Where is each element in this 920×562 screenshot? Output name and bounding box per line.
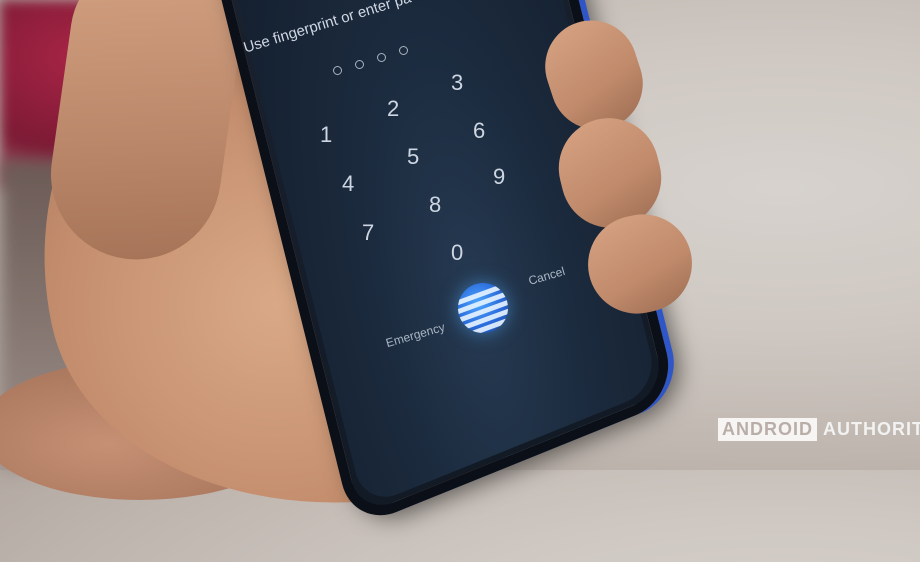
key-4[interactable]: 4 <box>342 171 354 197</box>
emergency-button[interactable]: Emergency <box>384 320 446 350</box>
lockscreen-overlay: Use fingerprint or enter pa 1 2 3 4 5 6 … <box>0 0 920 470</box>
watermark-part2: AUTHORITY <box>823 419 920 439</box>
key-2[interactable]: 2 <box>387 96 399 122</box>
pin-dot <box>355 60 364 69</box>
key-9[interactable]: 9 <box>493 164 505 190</box>
key-5[interactable]: 5 <box>407 144 419 170</box>
cancel-button[interactable]: Cancel <box>527 264 567 288</box>
watermark-part1: ANDROID <box>718 418 817 441</box>
fingerprint-icon[interactable] <box>458 283 508 333</box>
watermark-logo: ANDROID AUTHORITY <box>718 418 920 441</box>
key-6[interactable]: 6 <box>473 118 485 144</box>
key-1[interactable]: 1 <box>320 122 332 148</box>
key-3[interactable]: 3 <box>451 70 463 96</box>
unlock-prompt: Use fingerprint or enter pa <box>241 0 414 57</box>
pin-dot <box>333 66 342 75</box>
key-0[interactable]: 0 <box>451 240 463 266</box>
pin-dot <box>399 46 408 55</box>
key-8[interactable]: 8 <box>429 192 441 218</box>
pin-dot <box>377 53 386 62</box>
key-7[interactable]: 7 <box>362 220 374 246</box>
